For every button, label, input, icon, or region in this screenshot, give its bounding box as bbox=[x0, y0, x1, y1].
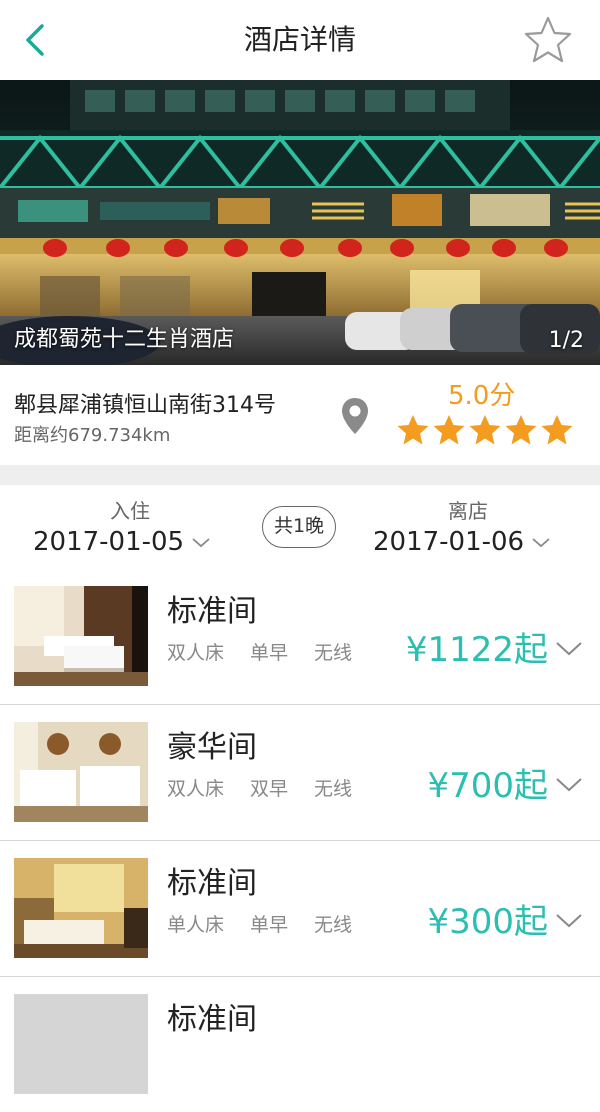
section-divider bbox=[0, 465, 600, 485]
hotel-info: 郫县犀浦镇恒山南街314号 距离约679.734km 5.0分 bbox=[0, 365, 600, 465]
checkin-date: 2017-01-05 bbox=[33, 527, 185, 557]
star-filled-icon bbox=[541, 415, 573, 445]
checkout-date-picker[interactable]: 2017-01-06 bbox=[373, 527, 550, 557]
hotel-distance: 距离约679.734km bbox=[14, 425, 171, 446]
room-tag: 单早 bbox=[250, 914, 289, 936]
room-price: ¥700起 bbox=[427, 766, 548, 806]
nights-badge: 共1晚 bbox=[262, 506, 336, 548]
room-name: 豪华间 bbox=[167, 730, 257, 765]
checkout-date: 2017-01-06 bbox=[373, 527, 525, 557]
checkin-label: 入住 bbox=[110, 499, 150, 523]
chevron-down-icon bbox=[532, 537, 550, 547]
chevron-down-icon[interactable] bbox=[556, 642, 582, 656]
room-name: 标准间 bbox=[167, 1002, 257, 1037]
room-item[interactable]: 标准间 双人床 单早 无线 ¥1122起 bbox=[0, 570, 600, 705]
room-photo-placeholder bbox=[14, 994, 148, 1094]
location-pin-icon bbox=[342, 398, 368, 434]
room-price: ¥1122起 bbox=[405, 630, 548, 670]
chevron-down-icon[interactable] bbox=[556, 914, 582, 928]
room-tags: 单人床 单早 无线 bbox=[167, 910, 378, 937]
page-title: 酒店详情 bbox=[243, 23, 356, 56]
hotel-photo-carousel[interactable]: 成都蜀苑十二生肖酒店 1/2 bbox=[0, 80, 600, 365]
rating-stars bbox=[396, 413, 576, 447]
hotel-address: 郫县犀浦镇恒山南街314号 bbox=[14, 393, 276, 418]
photo-counter: 1/2 bbox=[548, 328, 584, 353]
room-tag: 单人床 bbox=[167, 914, 225, 936]
star-filled-icon bbox=[469, 415, 501, 445]
room-tag: 无线 bbox=[314, 642, 353, 664]
room-item[interactable]: 标准间 bbox=[0, 978, 600, 1112]
room-tag: 双人床 bbox=[167, 778, 225, 800]
room-tag: 双早 bbox=[250, 778, 289, 800]
room-name: 标准间 bbox=[167, 866, 257, 901]
date-selector: 入住 2017-01-05 共1晚 离店 2017-01-06 bbox=[0, 485, 600, 573]
checkout-label: 离店 bbox=[448, 499, 488, 523]
room-item[interactable]: 豪华间 双人床 双早 无线 ¥700起 bbox=[0, 706, 600, 841]
room-tags: 双人床 单早 无线 bbox=[167, 638, 378, 665]
room-photo bbox=[14, 722, 148, 822]
room-tag: 单早 bbox=[250, 642, 289, 664]
room-price: ¥300起 bbox=[427, 902, 548, 942]
chevron-down-icon[interactable] bbox=[556, 778, 582, 792]
room-photo bbox=[14, 858, 148, 958]
room-item[interactable]: 标准间 单人床 单早 无线 ¥300起 bbox=[0, 842, 600, 977]
room-name: 标准间 bbox=[167, 594, 257, 629]
room-tag: 双人床 bbox=[167, 642, 225, 664]
star-filled-icon bbox=[433, 415, 465, 445]
map-pin-button[interactable] bbox=[340, 396, 370, 436]
top-bar: 酒店详情 bbox=[0, 0, 600, 80]
favorite-button[interactable] bbox=[522, 14, 574, 66]
room-tag: 无线 bbox=[314, 914, 353, 936]
star-outline-icon bbox=[524, 16, 572, 63]
room-tags: 双人床 双早 无线 bbox=[167, 774, 378, 801]
hotel-name: 成都蜀苑十二生肖酒店 bbox=[14, 327, 235, 352]
room-photo bbox=[14, 586, 148, 686]
rating-score: 5.0分 bbox=[448, 381, 516, 411]
room-tag: 无线 bbox=[314, 778, 353, 800]
star-filled-icon bbox=[397, 415, 429, 445]
chevron-down-icon bbox=[192, 537, 210, 547]
checkin-date-picker[interactable]: 2017-01-05 bbox=[33, 527, 210, 557]
star-filled-icon bbox=[505, 415, 537, 445]
